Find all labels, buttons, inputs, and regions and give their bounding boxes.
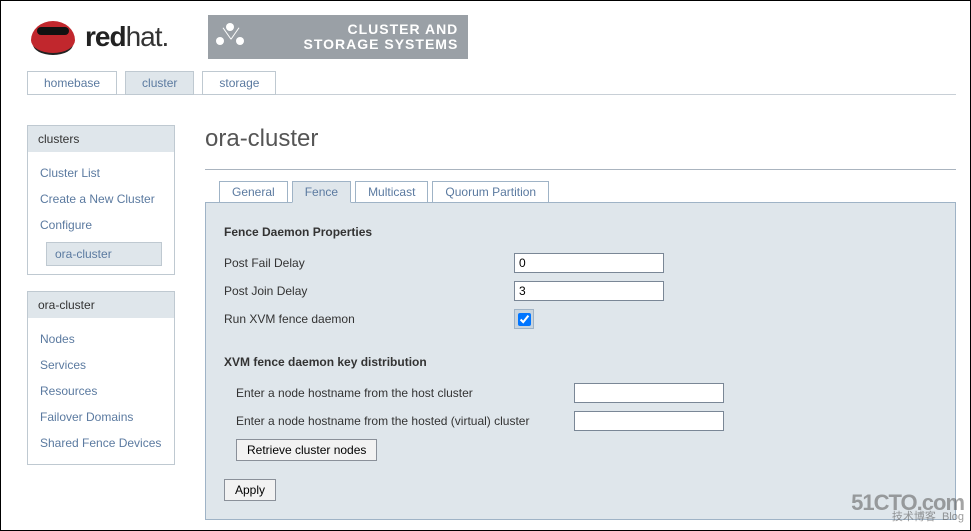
- run-xvm-label: Run XVM fence daemon: [224, 312, 514, 326]
- post-fail-delay-input[interactable]: [514, 253, 664, 273]
- page-title: ora-cluster: [205, 125, 956, 153]
- sidebar-item-failover-domains[interactable]: Failover Domains: [40, 404, 162, 430]
- sub-tabs: General Fence Multicast Quorum Partition: [219, 180, 956, 202]
- brand-text: redhat.: [85, 21, 168, 53]
- sidebar-item-configure[interactable]: Configure: [40, 212, 162, 238]
- run-xvm-checkbox-wrap: [514, 309, 534, 329]
- host-hostname-input[interactable]: [574, 383, 724, 403]
- post-fail-delay-label: Post Fail Delay: [224, 256, 514, 270]
- sidebar-item-services[interactable]: Services: [40, 352, 162, 378]
- subtab-quorum[interactable]: Quorum Partition: [432, 181, 549, 203]
- post-join-delay-input[interactable]: [514, 281, 664, 301]
- sidebar: clusters Cluster List Create a New Clust…: [27, 125, 175, 520]
- virtual-hostname-label: Enter a node hostname from the hosted (v…: [224, 414, 574, 428]
- run-xvm-checkbox[interactable]: [518, 313, 531, 326]
- top-nav: homebase cluster storage: [27, 71, 970, 95]
- subtab-general[interactable]: General: [219, 181, 288, 203]
- main-content: ora-cluster General Fence Multicast Quor…: [205, 125, 956, 520]
- tab-storage[interactable]: storage: [202, 71, 276, 95]
- sidebar-item-create-cluster[interactable]: Create a New Cluster: [40, 186, 162, 212]
- retrieve-nodes-button[interactable]: Retrieve cluster nodes: [236, 439, 377, 461]
- post-join-delay-label: Post Join Delay: [224, 284, 514, 298]
- clusters-box: clusters Cluster List Create a New Clust…: [27, 125, 175, 275]
- tab-homebase[interactable]: homebase: [27, 71, 117, 95]
- sidebar-item-shared-fence-devices[interactable]: Shared Fence Devices: [40, 430, 162, 456]
- title-rule: [205, 169, 956, 170]
- sidebar-item-nodes[interactable]: Nodes: [40, 326, 162, 352]
- fence-daemon-title: Fence Daemon Properties: [224, 225, 937, 239]
- tab-cluster[interactable]: cluster: [125, 71, 194, 95]
- header: redhat. CLUSTER ANDSTORAGE SYSTEMS: [1, 1, 970, 65]
- banner: CLUSTER ANDSTORAGE SYSTEMS: [208, 15, 468, 59]
- fedora-icon: [31, 21, 75, 53]
- apply-button[interactable]: Apply: [224, 479, 276, 501]
- sidebar-item-resources[interactable]: Resources: [40, 378, 162, 404]
- cluster-icon: [216, 23, 246, 53]
- virtual-hostname-input[interactable]: [574, 411, 724, 431]
- host-hostname-label: Enter a node hostname from the host clus…: [224, 386, 574, 400]
- context-box: ora-cluster Nodes Services Resources Fai…: [27, 291, 175, 465]
- sidebar-item-ora-cluster[interactable]: ora-cluster: [46, 242, 162, 266]
- fence-panel: Fence Daemon Properties Post Fail Delay …: [205, 202, 956, 520]
- xvm-dist-title: XVM fence daemon key distribution: [224, 355, 937, 369]
- watermark: 51CTO.com 技术博客 Blog: [851, 496, 964, 524]
- sidebar-item-cluster-list[interactable]: Cluster List: [40, 160, 162, 186]
- subtab-fence[interactable]: Fence: [292, 181, 351, 203]
- redhat-logo: redhat.: [31, 21, 168, 53]
- subtab-multicast[interactable]: Multicast: [355, 181, 428, 203]
- context-title: ora-cluster: [28, 292, 174, 318]
- clusters-title: clusters: [28, 126, 174, 152]
